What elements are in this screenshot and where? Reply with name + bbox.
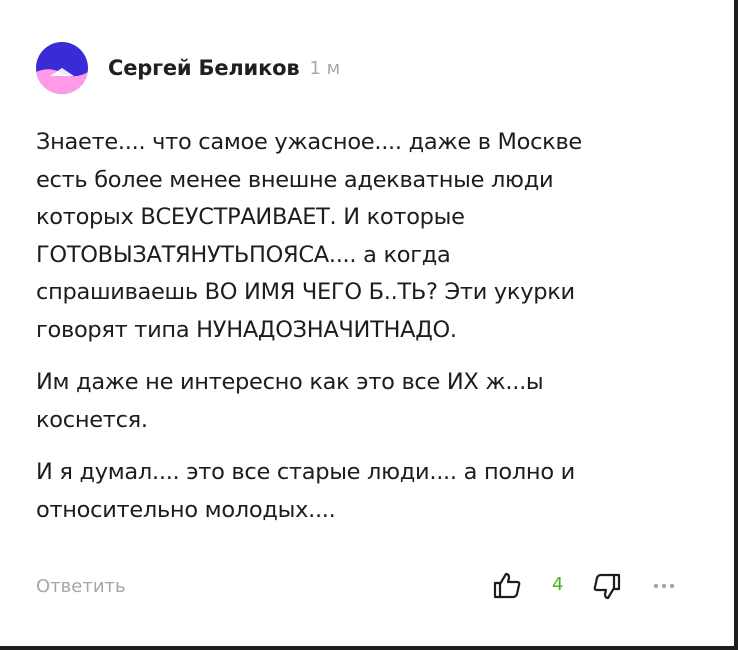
thumbs-up-icon[interactable] [492, 570, 522, 600]
comment: Сергей Беликов 1 м Знаете.... что самое … [36, 34, 706, 544]
thumbs-down-icon[interactable] [592, 572, 622, 602]
author-name[interactable]: Сергей Беликов [108, 56, 300, 80]
comment-card: Сергей Беликов 1 м Знаете.... что самое … [0, 0, 738, 650]
comment-body: Знаете.... что самое ужасное.... даже в … [36, 124, 706, 529]
like-count: 4 [552, 574, 564, 595]
comment-paragraph: Знаете.... что самое ужасное.... даже в … [36, 129, 582, 343]
comment-actions: Ответить 4 [36, 568, 686, 608]
comment-paragraph: И я думал.... это все старые люди.... а … [36, 459, 575, 523]
avatar[interactable] [36, 42, 88, 94]
reply-button[interactable]: Ответить [36, 576, 126, 597]
avatar-logo-icon [36, 42, 88, 94]
more-dots-icon[interactable] [652, 582, 676, 590]
comment-paragraph: Им даже не интересно как это все ИХ ж...… [36, 369, 544, 433]
comment-time: 1 м [309, 57, 341, 79]
comment-header: Сергей Беликов 1 м [36, 34, 706, 102]
